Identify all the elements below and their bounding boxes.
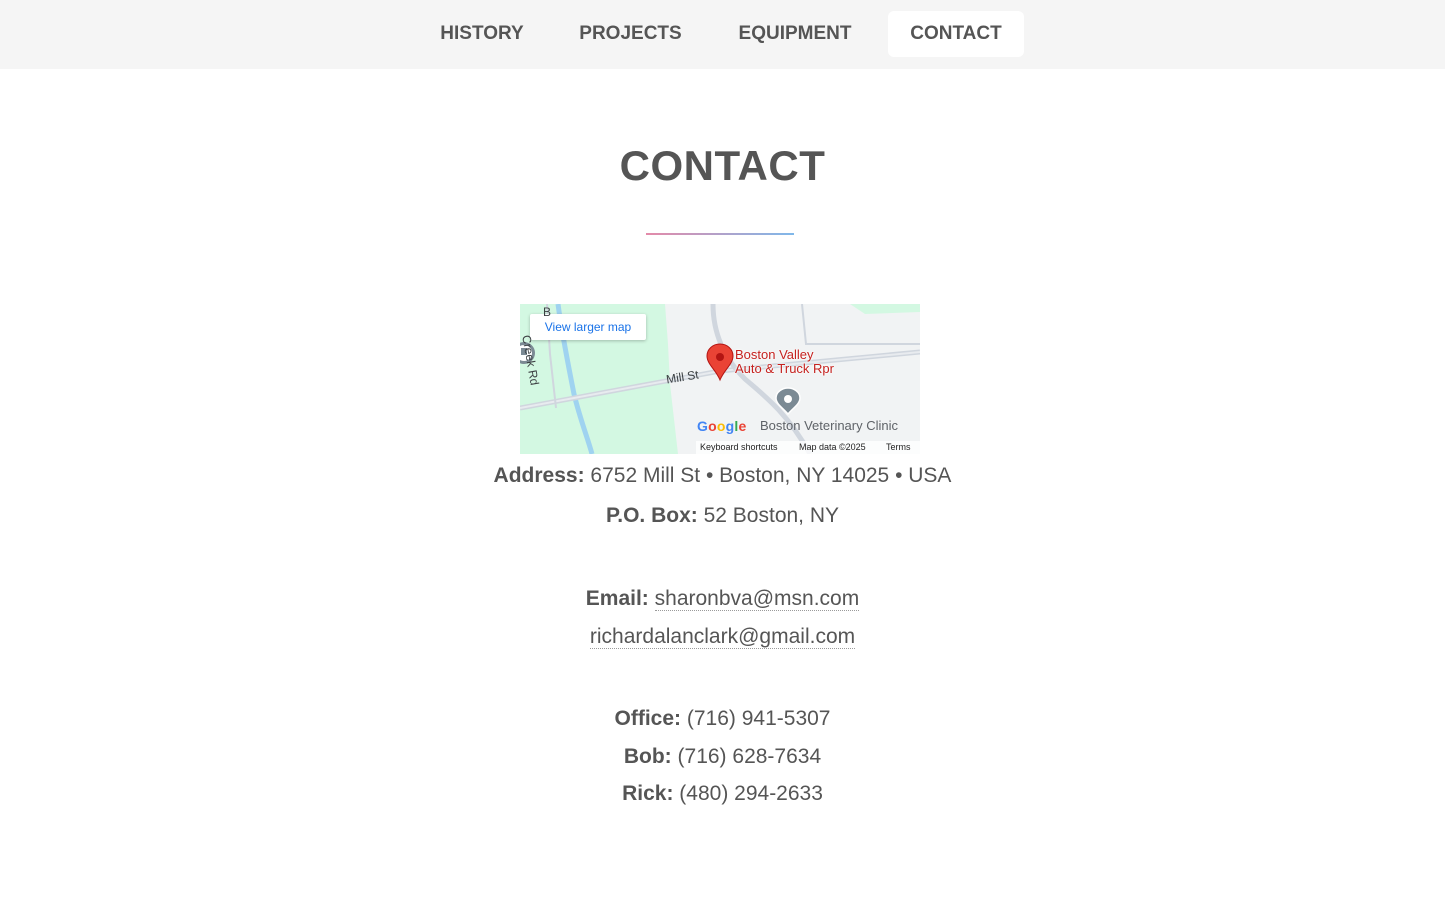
nearby-place-label[interactable]: Boston Veterinary Clinic xyxy=(760,418,898,433)
pobox-label: P.O. Box: xyxy=(605,504,698,527)
nav-item-projects[interactable]: PROJECTS xyxy=(562,11,699,57)
terms-link[interactable]: Terms xyxy=(886,441,911,454)
bob-phone-row: Bob: (716) 628-7634 xyxy=(0,742,1445,772)
email-link-richard[interactable]: richardalanclark@gmail.com xyxy=(589,625,856,649)
bob-phone: (716) 628-7634 xyxy=(677,745,822,768)
map-logo: Google xyxy=(697,418,747,434)
map-data-label: Map data ©2025 xyxy=(799,442,866,452)
rick-label: Rick: xyxy=(622,782,674,805)
place-label-line1[interactable]: Boston Valley xyxy=(735,348,814,362)
email-row-2: richardalanclark@gmail.com xyxy=(0,622,1445,652)
bob-label: Bob: xyxy=(623,745,672,768)
email-link-sharon[interactable]: sharonbva@msn.com xyxy=(654,587,860,611)
address-row: Address: 6752 Mill St • Boston, NY 14025… xyxy=(0,461,1445,491)
office-phone: (716) 941-5307 xyxy=(686,707,831,730)
pobox-row: P.O. Box: 52 Boston, NY xyxy=(0,501,1445,531)
nav-item-equipment[interactable]: EQUIPMENT xyxy=(716,11,874,57)
office-phone-row: Office: (716) 941-5307 xyxy=(0,704,1445,734)
street-label-creek-prefix: B xyxy=(543,305,552,319)
office-label: Office: xyxy=(614,707,682,730)
rick-phone-row: Rick: (480) 294-2633 xyxy=(0,779,1445,809)
title-divider xyxy=(646,233,794,235)
email-label: Email: xyxy=(585,587,649,610)
top-navigation: HISTORY PROJECTS EQUIPMENT CONTACT xyxy=(0,0,1445,69)
page-title: CONTACT xyxy=(619,142,826,189)
place-label-line2[interactable]: Auto & Truck Rpr xyxy=(735,362,834,376)
nav-item-history[interactable]: HISTORY xyxy=(420,11,544,57)
pobox-value: 52 Boston, NY xyxy=(703,504,840,527)
email-row: Email: sharonbva@msn.com xyxy=(0,584,1445,614)
address-label: Address: xyxy=(493,464,585,487)
map-attribution: Keyboard shortcuts Map data ©2025 Terms xyxy=(696,441,920,454)
nav-item-contact[interactable]: CONTACT xyxy=(888,11,1024,57)
keyboard-shortcuts-link[interactable]: Keyboard shortcuts xyxy=(700,441,778,454)
embedded-map[interactable]: View larger map Boston Valley Auto & Tru… xyxy=(520,304,920,454)
rick-phone: (480) 294-2633 xyxy=(679,782,823,805)
address-value: 6752 Mill St • Boston, NY 14025 • USA xyxy=(590,464,952,487)
